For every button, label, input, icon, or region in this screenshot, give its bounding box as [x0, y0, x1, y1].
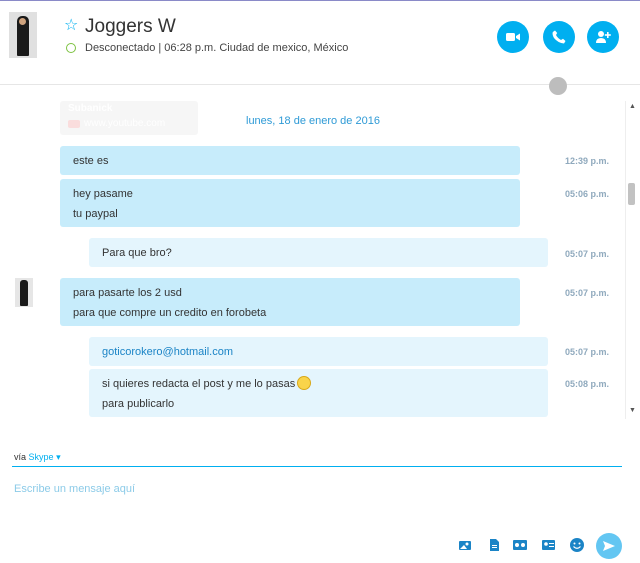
scroll-thumb[interactable]: [628, 183, 635, 205]
smiley-emoticon-icon: [297, 376, 312, 391]
message-bubble[interactable]: este es: [60, 146, 520, 175]
add-people-button[interactable]: [587, 21, 619, 53]
globe-icon[interactable]: [549, 77, 567, 95]
message-text: para pasarte los 2 usd: [73, 287, 182, 299]
compose-divider: [12, 466, 622, 467]
favorite-star-icon[interactable]: ☆: [64, 18, 78, 34]
message-text: Para que bro?: [102, 247, 172, 259]
message-bubble[interactable]: si quieres redacta el post y me lo pasas…: [89, 369, 548, 417]
video-call-button[interactable]: [497, 21, 529, 53]
send-icon: [603, 541, 615, 551]
scroll-up-icon[interactable]: ▲: [629, 103, 636, 110]
scroll-down-icon[interactable]: ▼: [629, 407, 636, 414]
add-person-icon: [596, 31, 611, 43]
link-preview-title: Subanick: [68, 103, 113, 114]
message-text: hey pasame: [73, 188, 133, 200]
message-text: este es: [73, 155, 109, 167]
via-selector[interactable]: vía Skype ▾: [14, 452, 61, 463]
voice-call-button[interactable]: [543, 21, 575, 53]
message-bubble[interactable]: para pasarte los 2 usd para que compre u…: [60, 278, 520, 326]
message-time: 05:07 p.m.: [565, 288, 610, 298]
sender-avatar[interactable]: [15, 278, 33, 307]
conversation-header: ☆ Joggers W Desconectado | 06:28 p.m. Ci…: [0, 1, 640, 85]
message-bubble[interactable]: hey pasame tu paypal: [60, 179, 520, 227]
email-link[interactable]: goticorokero@hotmail.com: [102, 342, 535, 362]
message-time: 05:07 p.m.: [565, 347, 610, 357]
message-time: 05:06 p.m.: [565, 189, 610, 199]
video-message-icon[interactable]: [512, 538, 528, 552]
link-preview-card[interactable]: Subanick www.youtube.com: [60, 101, 198, 135]
send-file-icon[interactable]: [487, 538, 501, 552]
contact-status: Desconectado | 06:28 p.m. Ciudad de mexi…: [85, 42, 349, 54]
message-bubble[interactable]: Para que bro?: [89, 238, 548, 267]
message-time: 12:39 p.m.: [565, 156, 610, 166]
contact-name[interactable]: Joggers W: [85, 16, 176, 38]
date-separator: lunes, 18 de enero de 2016: [246, 115, 380, 127]
via-label: vía: [14, 452, 27, 462]
message-input[interactable]: Escribe un mensaje aquí: [14, 483, 135, 495]
send-button[interactable]: [596, 533, 622, 559]
message-scrollbar[interactable]: ▲ ▼: [625, 101, 637, 419]
video-icon: [506, 33, 520, 41]
chevron-down-icon[interactable]: ▾: [56, 452, 61, 462]
via-service[interactable]: Skype: [29, 452, 54, 462]
phone-icon: [552, 30, 566, 44]
message-list: Subanick www.youtube.com lunes, 18 de en…: [0, 101, 640, 419]
youtube-icon: [68, 120, 80, 128]
message-text: si quieres redacta el post y me lo pasas: [102, 378, 296, 390]
message-time: 05:07 p.m.: [565, 249, 610, 259]
message-bubble[interactable]: goticorokero@hotmail.com: [89, 337, 548, 366]
send-photo-icon[interactable]: [458, 538, 472, 552]
chat-window: ☆ Joggers W Desconectado | 06:28 p.m. Ci…: [0, 0, 640, 563]
send-contact-icon[interactable]: [541, 538, 556, 552]
message-text: tu paypal: [73, 208, 118, 220]
contact-avatar[interactable]: [9, 12, 37, 58]
message-time: 05:08 p.m.: [565, 379, 610, 389]
emoticon-icon[interactable]: [569, 537, 585, 553]
link-preview-url: www.youtube.com: [84, 118, 166, 129]
message-text: para que compre un credito en forobeta: [73, 307, 267, 319]
message-text: para publicarlo: [102, 398, 175, 410]
status-indicator-icon: [66, 43, 76, 53]
